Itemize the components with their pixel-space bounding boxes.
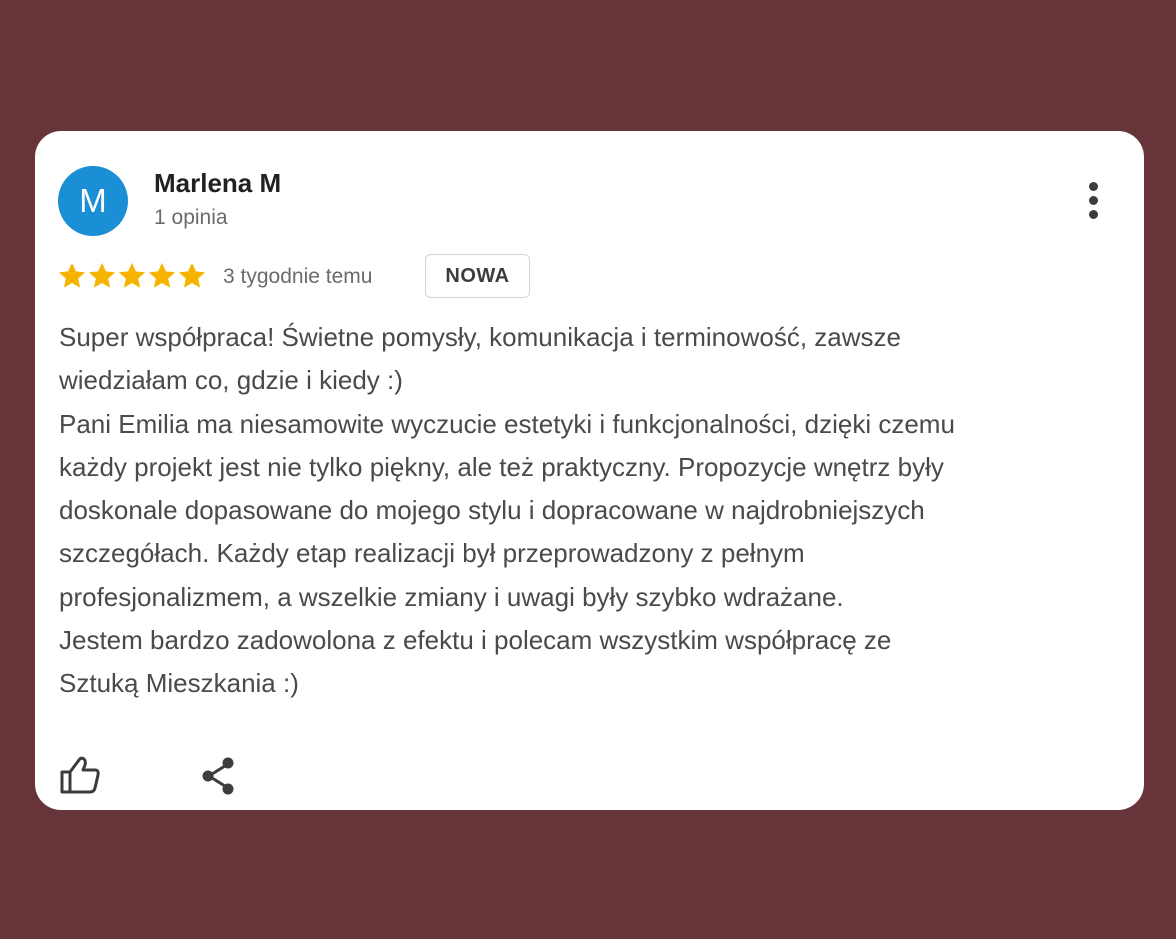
more-vertical-icon-dot [1089, 210, 1098, 219]
more-vertical-icon [1089, 182, 1098, 191]
author-review-count: 1 opinia [154, 206, 228, 229]
more-options-button[interactable] [1079, 178, 1109, 224]
avatar[interactable]: M [58, 166, 128, 236]
review-text-line: Jestem bardzo zadowolona z efektu i pole… [59, 625, 892, 656]
star-icon [118, 262, 146, 288]
review-text: Super współpraca! Świetne pomysły, komun… [59, 316, 1119, 706]
thumbs-up-icon [60, 756, 100, 794]
more-vertical-icon-dot [1089, 196, 1098, 205]
review-text-line: każdy projekt jest nie tylko piękny, ale… [59, 451, 944, 482]
review-text-line: doskonale dopasowane do mojego stylu i d… [59, 495, 925, 526]
review-text-line: Super współpraca! Świetne pomysły, komun… [59, 322, 901, 352]
star-icon [88, 262, 116, 288]
share-button[interactable] [199, 755, 239, 797]
review-text-line: szczegółach. Każdy etap realizacji był p… [59, 538, 805, 569]
star-rating [57, 259, 207, 295]
author-name[interactable]: Marlena M [154, 168, 281, 199]
review-text-line: profesjonalizmem, a wszelkie zmiany i uw… [59, 581, 844, 612]
star-icon [58, 262, 86, 288]
share-icon [202, 757, 234, 795]
review-text-line: Pani Emilia ma niesamowite wyczucie este… [59, 408, 955, 439]
like-button[interactable] [59, 754, 103, 796]
star-icon [178, 262, 206, 288]
star-icon [148, 262, 176, 288]
review-text-line: Sztuką Mieszkania :) [59, 668, 299, 699]
review-card: M Marlena M 1 opinia 3 tygodnie temu NOW… [35, 131, 1144, 810]
review-text-line: wiedziałam co, gdzie i kiedy :) [59, 365, 403, 396]
new-badge: NOWA [425, 254, 530, 298]
review-date: 3 tygodnie temu [223, 265, 373, 288]
